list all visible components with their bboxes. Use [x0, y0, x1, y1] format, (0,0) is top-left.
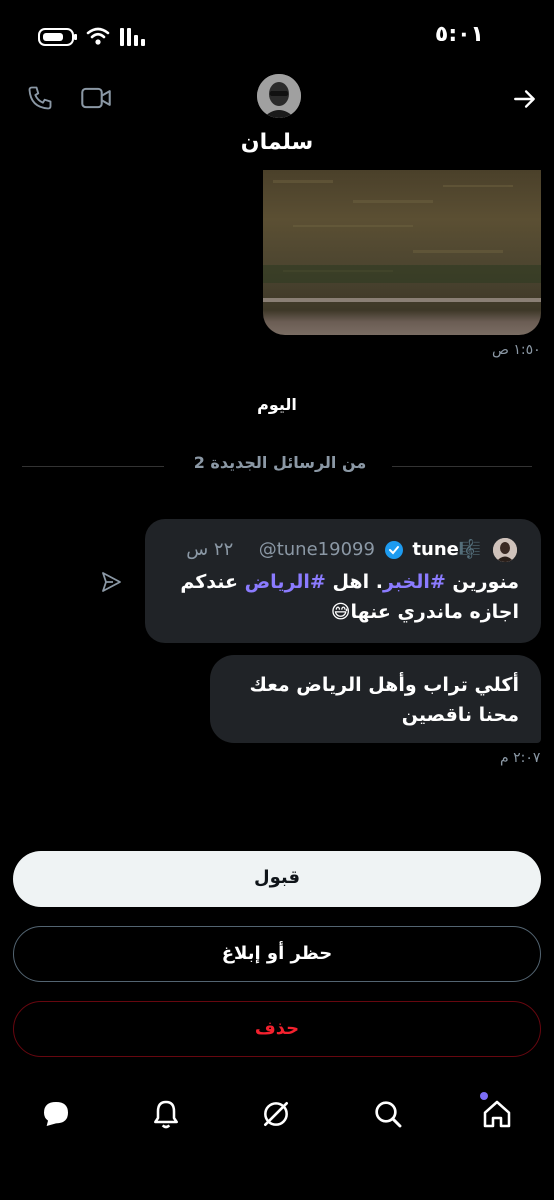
- grok-icon[interactable]: [260, 1098, 292, 1130]
- tweet-handle: @tune19099: [258, 539, 375, 560]
- back-arrow-icon[interactable]: [511, 86, 539, 112]
- notifications-icon[interactable]: [150, 1098, 182, 1130]
- new-messages-label: 2 من الرسائل الجديدة: [193, 453, 367, 472]
- tweet-text-part: منورين: [445, 571, 519, 593]
- divider-left: [22, 466, 164, 467]
- hashtag-link[interactable]: #الرياض: [245, 571, 326, 593]
- contact-name[interactable]: سلمان: [0, 130, 554, 155]
- image-time: ١:٥٠ ص: [492, 342, 541, 358]
- delete-button[interactable]: حذف: [13, 1001, 541, 1057]
- status-time: ٥:٠١: [434, 22, 484, 47]
- verified-badge-icon: [384, 541, 403, 559]
- signal-icon: [120, 28, 150, 46]
- home-icon[interactable]: [481, 1098, 513, 1130]
- tweet-avatar: [493, 538, 517, 562]
- image-message[interactable]: [263, 170, 541, 335]
- tweet-age: ٢٢ س: [186, 539, 234, 560]
- day-label: اليوم: [257, 395, 297, 414]
- block-report-button[interactable]: حظر أو إبلاغ: [13, 926, 541, 982]
- message-time: ٢:٠٧ م: [500, 750, 541, 766]
- messages-icon[interactable]: [40, 1098, 72, 1130]
- shared-tweet-card[interactable]: ٢٢ س @tune19099 tune🎼 منورين #الخبر. اهل…: [145, 519, 541, 643]
- video-icon[interactable]: [80, 84, 112, 112]
- tweet-display-name: tune🎼: [412, 539, 482, 560]
- tweet-text-part: . اهل: [325, 571, 383, 593]
- divider-right: [392, 466, 532, 467]
- battery-icon: [38, 28, 77, 46]
- hashtag-link[interactable]: #الخبر: [383, 571, 446, 593]
- message-text: أكلي تراب وأهل الرياض معك محنا ناقصين: [249, 674, 520, 726]
- search-icon[interactable]: [372, 1098, 404, 1130]
- message-bubble[interactable]: أكلي تراب وأهل الرياض معك محنا ناقصين: [210, 655, 541, 743]
- wifi-icon: [86, 27, 110, 45]
- tweet-header: ٢٢ س @tune19099 tune🎼: [186, 538, 517, 562]
- accept-button[interactable]: قبول: [13, 851, 541, 907]
- contact-avatar[interactable]: [257, 74, 301, 118]
- share-icon[interactable]: [99, 570, 123, 594]
- tweet-text: منورين #الخبر. اهل #الرياض عندكم اجازه م…: [159, 567, 519, 627]
- phone-icon[interactable]: [26, 84, 54, 112]
